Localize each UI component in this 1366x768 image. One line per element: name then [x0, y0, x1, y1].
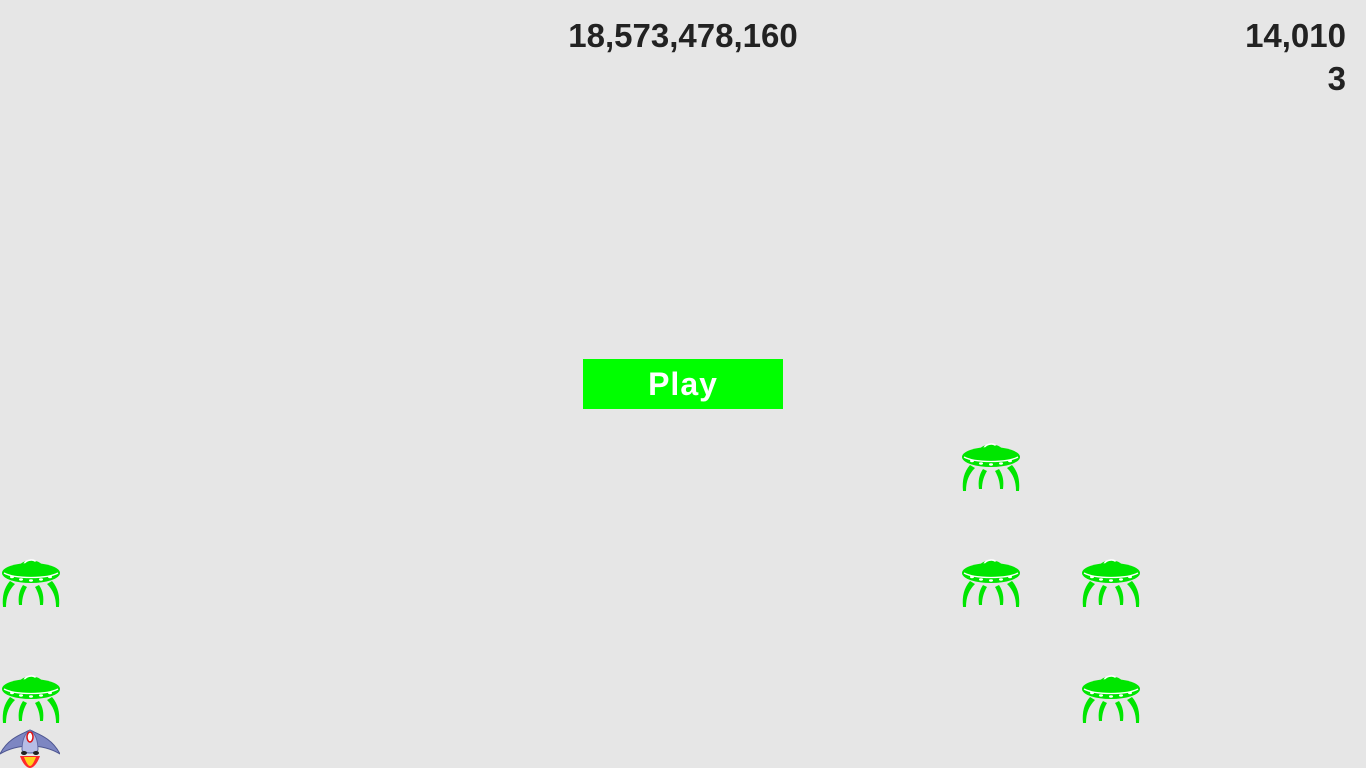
alien-ufo-icon [961, 552, 1021, 612]
alien-ufo-icon [961, 436, 1021, 496]
game-canvas[interactable]: 18,573,478,160 14,010 3 Play [0, 0, 1366, 768]
alien-ufo-icon [1081, 552, 1141, 612]
score: 14,010 [1245, 17, 1346, 54]
high-score: 18,573,478,160 [568, 17, 798, 54]
alien-ufo-icon [1081, 668, 1141, 728]
play-button[interactable]: Play [583, 359, 783, 409]
alien-ufo-icon [1, 552, 61, 612]
level: 3 [1327, 60, 1346, 97]
alien-ufo-icon [1, 668, 61, 728]
rocket-ship-icon[interactable] [0, 724, 60, 768]
